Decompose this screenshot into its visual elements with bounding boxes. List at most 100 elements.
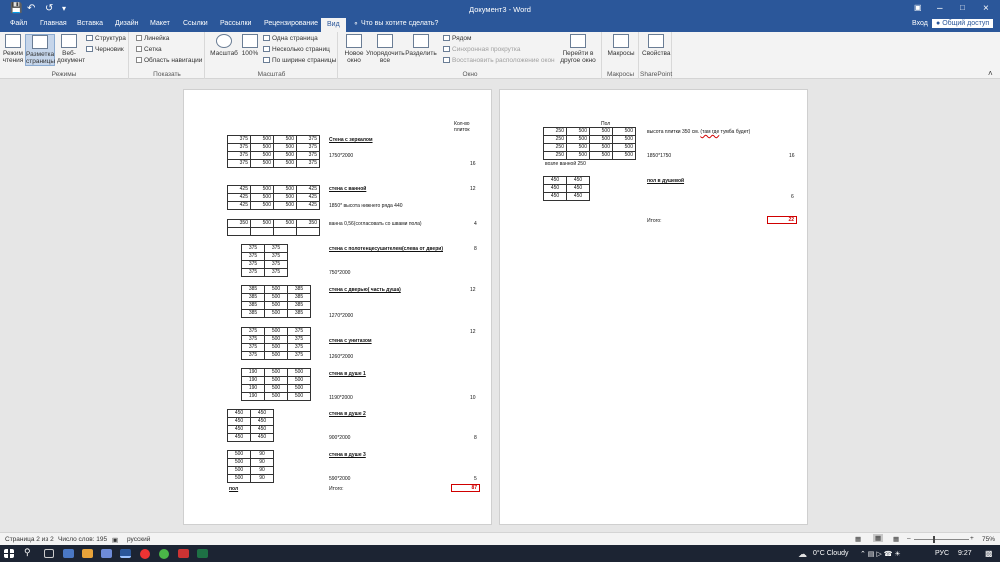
chrome-icon[interactable] xyxy=(140,549,150,559)
table-cell[interactable]: 500 xyxy=(250,219,274,228)
table-cell[interactable]: 450 xyxy=(543,176,567,185)
table-cell[interactable]: 500 xyxy=(287,384,311,393)
web-layout-status-icon[interactable]: ▦ xyxy=(893,535,899,543)
table-cell[interactable]: 425 xyxy=(227,201,251,210)
table-cell[interactable]: 375 xyxy=(241,268,265,277)
read-mode-button[interactable]: Режим чтения xyxy=(2,34,24,64)
table-cell[interactable]: 450 xyxy=(250,433,274,442)
table-cell[interactable]: 500 xyxy=(612,127,636,136)
table-cell[interactable]: 450 xyxy=(543,184,567,193)
clock[interactable]: 9:27 xyxy=(958,550,972,557)
table-cell[interactable]: 500 xyxy=(264,285,288,294)
table-cell[interactable]: 90 xyxy=(250,458,274,467)
table-cell[interactable]: 500 xyxy=(566,127,590,136)
zoom-slider-thumb[interactable] xyxy=(933,536,935,543)
start-icon[interactable] xyxy=(4,549,14,558)
table-cell[interactable]: 500 xyxy=(273,143,297,152)
table-cell[interactable]: 90 xyxy=(250,450,274,459)
reset-position-button[interactable]: Восстановить расположение окон xyxy=(443,57,555,64)
table-cell[interactable]: 375 xyxy=(241,351,265,360)
sync-scroll-button[interactable]: Синхронная прокрутка xyxy=(443,46,520,53)
tab-mailings[interactable]: Рассылки xyxy=(220,20,251,27)
table-cell[interactable]: 500 xyxy=(264,376,288,385)
table-cell[interactable]: 500 xyxy=(264,309,288,318)
table-cell[interactable]: 375 xyxy=(296,143,320,152)
table-cell[interactable]: 500 xyxy=(264,293,288,302)
table-cell[interactable]: 385 xyxy=(241,309,265,318)
table-cell[interactable]: 385 xyxy=(241,301,265,310)
table-cell[interactable]: 375 xyxy=(241,244,265,253)
table-cell[interactable]: 500 xyxy=(250,159,274,168)
app-icon-1[interactable] xyxy=(63,549,74,558)
table-cell[interactable]: 500 xyxy=(250,135,274,144)
table-cell[interactable]: 250 xyxy=(543,151,567,160)
table-cell[interactable]: 500 xyxy=(589,127,613,136)
table-cell[interactable]: 500 xyxy=(250,185,274,194)
tab-home[interactable]: Главная xyxy=(40,20,67,27)
table-cell[interactable]: 425 xyxy=(227,193,251,202)
table-cell[interactable]: 385 xyxy=(241,293,265,302)
ruler-checkbox[interactable]: Линейка xyxy=(136,35,169,42)
table-cell[interactable]: 500 xyxy=(589,151,613,160)
table-cell[interactable]: 500 xyxy=(264,392,288,401)
table-cell[interactable]: 375 xyxy=(264,260,288,269)
table-cell[interactable]: 500 xyxy=(273,185,297,194)
table-cell[interactable]: 375 xyxy=(227,143,251,152)
table-cell[interactable]: 500 xyxy=(273,219,297,228)
table-cell[interactable]: 500 xyxy=(612,143,636,152)
table-cell[interactable]: 450 xyxy=(250,409,274,418)
zoom-button[interactable]: Масштаб xyxy=(209,34,239,57)
table-cell[interactable]: 375 xyxy=(241,335,265,344)
table-cell[interactable]: 500 xyxy=(273,135,297,144)
close-icon[interactable]: × xyxy=(983,3,989,14)
zoom-100-button[interactable]: 100% xyxy=(241,34,259,57)
table-cell[interactable]: 500 xyxy=(250,193,274,202)
split-button[interactable]: Разделить xyxy=(405,34,437,57)
table-cell[interactable]: 450 xyxy=(250,425,274,434)
table-cell[interactable]: 385 xyxy=(287,309,311,318)
table-cell[interactable]: 375 xyxy=(241,252,265,261)
table-cell[interactable]: 375 xyxy=(227,159,251,168)
table-cell[interactable]: 375 xyxy=(287,343,311,352)
table-cell[interactable]: 500 xyxy=(273,193,297,202)
tray-icons[interactable]: ⌃ ▤ ▷ ☎ ☀ xyxy=(860,550,901,558)
page-count[interactable]: Страница 2 из 2 xyxy=(5,536,54,543)
tab-file[interactable]: Файл xyxy=(10,20,27,27)
task-view-icon[interactable] xyxy=(44,549,54,558)
weather[interactable]: 0°C Cloudy xyxy=(813,550,848,557)
draft-button[interactable]: Черновик xyxy=(86,46,124,53)
table-cell[interactable]: 375 xyxy=(296,151,320,160)
table-cell[interactable]: 90 xyxy=(250,474,274,483)
table-cell[interactable] xyxy=(273,227,297,236)
table-cell[interactable]: 500 xyxy=(250,143,274,152)
tab-insert[interactable]: Вставка xyxy=(77,20,103,27)
table-cell[interactable]: 500 xyxy=(264,343,288,352)
file-explorer-icon[interactable] xyxy=(82,549,93,558)
multiple-pages-button[interactable]: Несколько страниц xyxy=(263,46,330,53)
table-cell[interactable] xyxy=(250,227,274,236)
table-cell[interactable]: 500 xyxy=(264,327,288,336)
table-cell[interactable]: 250 xyxy=(543,135,567,144)
table-cell[interactable]: 500 xyxy=(250,201,274,210)
table-cell[interactable]: 500 xyxy=(227,450,251,459)
switch-windows-button[interactable]: Перейти в другое окно xyxy=(557,34,599,64)
web-layout-button[interactable]: Веб- документ xyxy=(57,34,85,64)
notifications-icon[interactable]: ▩ xyxy=(985,549,993,558)
table-cell[interactable]: 425 xyxy=(296,201,320,210)
table-cell[interactable]: 500 xyxy=(566,135,590,144)
word-taskbar-icon[interactable] xyxy=(120,549,131,558)
table-cell[interactable]: 500 xyxy=(273,151,297,160)
table-cell[interactable]: 500 xyxy=(566,151,590,160)
table-cell[interactable]: 500 xyxy=(264,335,288,344)
nav-pane-checkbox[interactable]: Область навигации xyxy=(136,57,202,64)
table-cell[interactable]: 500 xyxy=(287,376,311,385)
table-cell[interactable]: 500 xyxy=(566,143,590,152)
table-cell[interactable]: 375 xyxy=(296,159,320,168)
tell-me-input[interactable]: Что вы хотите сделать? xyxy=(361,20,438,27)
tab-references[interactable]: Ссылки xyxy=(183,20,208,27)
table-cell[interactable]: 500 xyxy=(227,474,251,483)
ruler-check-box[interactable] xyxy=(136,35,142,41)
table-cell[interactable]: 500 xyxy=(227,466,251,475)
table-cell[interactable]: 375 xyxy=(227,151,251,160)
table-cell[interactable]: 385 xyxy=(287,285,311,294)
